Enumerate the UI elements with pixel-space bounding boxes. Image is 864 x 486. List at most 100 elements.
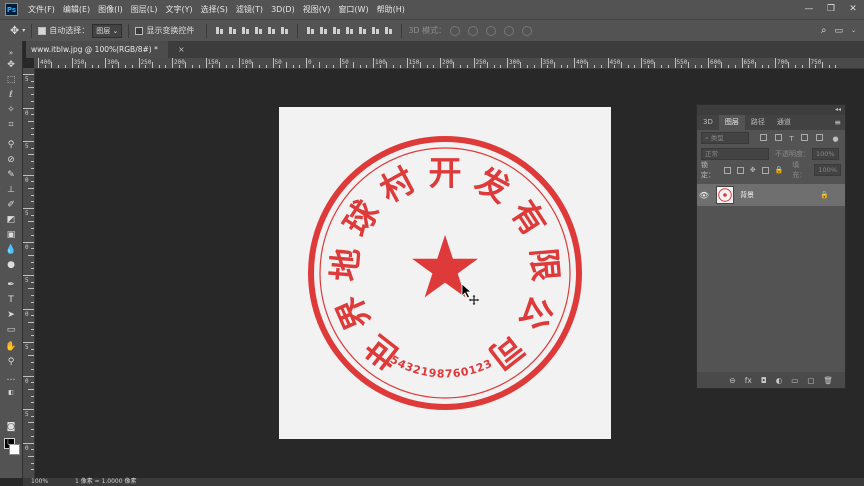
tool-preset-chevron-icon[interactable]: ▾ (22, 27, 25, 34)
dodge-tool-icon[interactable]: ● (5, 259, 17, 271)
hand-tool-icon[interactable]: ✋ (5, 341, 17, 353)
history-brush-tool-icon[interactable]: ✐ (5, 199, 17, 211)
layer-row-background[interactable]: 👁 背景 🔒 (697, 184, 845, 206)
eyedropper-tool-icon[interactable]: ⚲ (5, 139, 17, 151)
distribute-hcenter-icon[interactable] (358, 26, 367, 35)
pen-tool-icon[interactable]: ✒ (5, 279, 17, 291)
rectangle-tool-icon[interactable]: ▭ (5, 324, 17, 336)
blur-tool-icon[interactable]: 💧 (5, 244, 17, 256)
blend-mode-dropdown[interactable]: 正常 (701, 148, 769, 160)
move-tool-icon[interactable]: ✥ (5, 59, 17, 71)
crop-tool-icon[interactable]: ⌗ (5, 119, 17, 131)
menu-edit[interactable]: 编辑(E) (59, 0, 94, 19)
menu-help[interactable]: 帮助(H) (373, 0, 409, 19)
align-left-edges-icon[interactable] (254, 26, 263, 35)
3d-roll-icon[interactable] (468, 25, 479, 36)
clone-stamp-tool-icon[interactable]: ⊥ (5, 184, 17, 196)
magic-wand-tool-icon[interactable]: ✧ (5, 104, 17, 116)
filter-shape-icon[interactable] (800, 133, 808, 141)
tab-channels[interactable]: 通道 (771, 115, 797, 130)
brush-tool-icon[interactable]: ✎ (5, 169, 17, 181)
filter-pixel-icon[interactable] (760, 133, 767, 141)
toolbar-collapse-icon[interactable]: » (5, 47, 17, 59)
gradient-tool-icon[interactable]: ▣ (5, 229, 17, 241)
3d-orbit-icon[interactable] (450, 25, 461, 36)
panel-collapse-bar[interactable]: ◂◂ (697, 105, 845, 115)
3d-pan-icon[interactable] (486, 25, 497, 36)
default-colors-icon[interactable]: ◧ (5, 387, 17, 399)
3d-slide-icon[interactable] (504, 25, 515, 36)
lock-image-icon[interactable] (737, 166, 744, 174)
new-adjustment-layer-icon[interactable]: ◐ (776, 376, 783, 385)
distribute-left-icon[interactable] (345, 26, 354, 35)
auto-align-layers-icon[interactable] (384, 26, 393, 35)
distribute-vcenter-icon[interactable] (319, 26, 328, 35)
menu-filter[interactable]: 滤镜(T) (232, 0, 267, 19)
menu-layer[interactable]: 图层(L) (127, 0, 162, 19)
workspace-chevron-icon[interactable]: ⌄ (851, 27, 856, 34)
align-vertical-centers-icon[interactable] (228, 26, 237, 35)
tab-paths[interactable]: 路径 (745, 115, 771, 130)
edit-toolbar-icon[interactable]: … (5, 372, 17, 384)
type-tool-icon[interactable]: T (5, 294, 17, 306)
lock-all-icon[interactable]: 🔒 (775, 166, 784, 174)
collapse-panel-icon[interactable]: ◂◂ (835, 106, 841, 113)
opacity-input[interactable]: 100% (812, 148, 839, 160)
document-canvas[interactable]: 世界地球村开发有限公司 5432198760123 ★ (279, 107, 611, 439)
show-transform-checkbox[interactable] (135, 26, 144, 35)
workspace-icon[interactable]: ▭ (834, 26, 843, 36)
fill-input[interactable]: 100% (814, 164, 841, 176)
screen-mode-icon[interactable]: ▢ (5, 436, 17, 448)
zoom-level[interactable]: 100% (31, 478, 48, 486)
tab-3d[interactable]: 3D (697, 115, 719, 130)
layer-style-icon[interactable]: fx (745, 376, 752, 385)
filter-type-icon[interactable]: T (789, 135, 793, 143)
distribute-top-icon[interactable] (306, 26, 315, 35)
document-tab[interactable]: www.itblw.jpg @ 100%(RGB/8#) * (26, 41, 168, 58)
3d-scale-icon[interactable] (522, 25, 533, 36)
lasso-tool-icon[interactable]: ℓ (5, 89, 17, 101)
link-layers-icon[interactable]: ⊖ (729, 376, 735, 385)
quick-mask-icon[interactable]: ◙ (5, 421, 17, 433)
visibility-eye-icon[interactable]: 👁 (697, 191, 711, 200)
path-selection-tool-icon[interactable]: ➤ (5, 309, 17, 321)
align-top-edges-icon[interactable] (215, 26, 224, 35)
align-horizontal-centers-icon[interactable] (267, 26, 276, 35)
new-layer-icon[interactable]: ▢ (807, 376, 814, 385)
menu-image[interactable]: 图像(I) (94, 0, 127, 19)
menu-window[interactable]: 窗口(W) (334, 0, 372, 19)
zoom-tool-icon[interactable]: ⚲ (5, 356, 17, 368)
lock-position-icon[interactable]: ✥ (750, 166, 756, 174)
minimize-button[interactable]: — (798, 0, 820, 19)
auto-select-checkbox[interactable] (38, 26, 47, 35)
auto-select-dropdown[interactable]: 图层 ⌄ (92, 23, 123, 38)
eraser-tool-icon[interactable]: ◩ (5, 214, 17, 226)
menu-type[interactable]: 文字(Y) (161, 0, 196, 19)
distribute-right-icon[interactable] (371, 26, 380, 35)
new-group-icon[interactable]: ▭ (791, 376, 798, 385)
move-tool-icon[interactable]: ✥ (10, 24, 19, 37)
close-tab-icon[interactable]: × (178, 41, 185, 58)
menu-select[interactable]: 选择(S) (197, 0, 232, 19)
filter-adjustment-icon[interactable] (775, 133, 783, 141)
menu-file[interactable]: 文件(F) (24, 0, 59, 19)
lock-transparent-icon[interactable] (724, 166, 731, 174)
distribute-bottom-icon[interactable] (332, 26, 341, 35)
photoshop-logo-icon[interactable]: Ps (5, 3, 18, 16)
align-bottom-edges-icon[interactable] (241, 26, 250, 35)
lock-artboard-icon[interactable] (761, 166, 769, 174)
filter-toggle-icon[interactable]: ● (832, 135, 838, 143)
close-button[interactable]: ✕ (842, 0, 864, 19)
tab-layers[interactable]: 图层 (718, 115, 745, 130)
add-mask-icon[interactable]: ◘ (761, 376, 767, 385)
marquee-tool-icon[interactable]: ⬚ (5, 74, 17, 86)
delete-layer-icon[interactable]: 🗑 (823, 376, 833, 385)
healing-brush-tool-icon[interactable]: ⊘ (5, 154, 17, 166)
menu-3d[interactable]: 3D(D) (267, 0, 299, 19)
panel-menu-icon[interactable]: ≡ (834, 115, 845, 130)
search-icon[interactable]: ⌕ (821, 25, 827, 36)
restore-button[interactable]: ❐ (820, 0, 842, 19)
align-right-edges-icon[interactable] (280, 26, 289, 35)
menu-view[interactable]: 视图(V) (299, 0, 335, 19)
document-info[interactable]: 1 像素 = 1.0000 像素 (75, 478, 136, 486)
